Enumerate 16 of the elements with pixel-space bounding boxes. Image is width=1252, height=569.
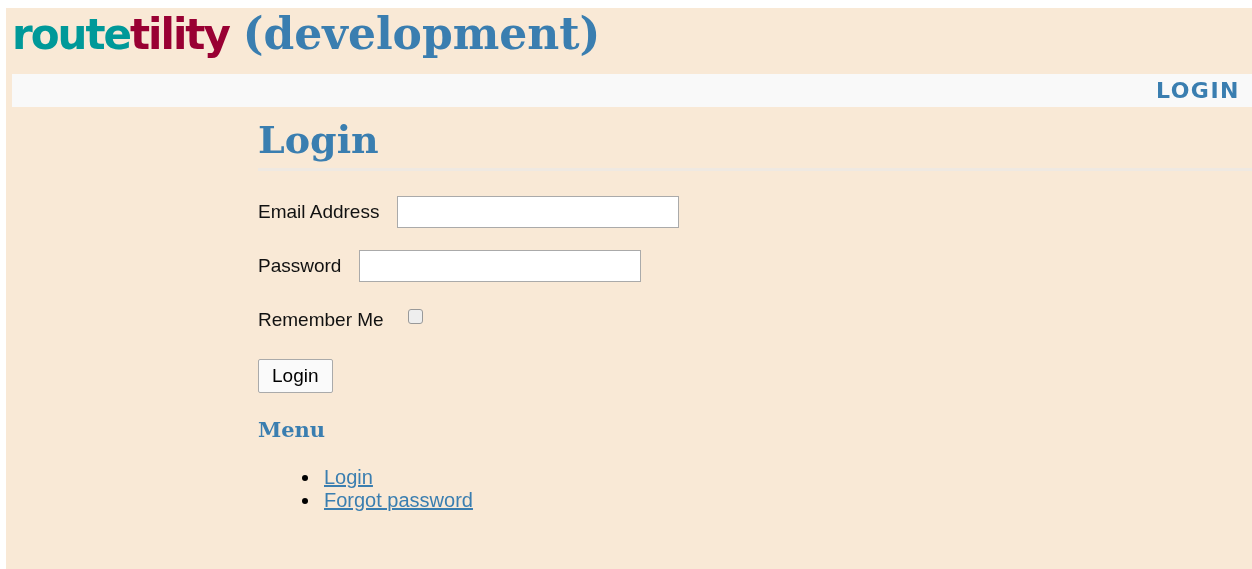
password-field[interactable] xyxy=(359,250,642,282)
bullet-icon xyxy=(302,474,308,481)
field-label: Remember Me xyxy=(258,309,384,331)
menu-link[interactable]: Forgot password xyxy=(324,489,473,512)
nav-link[interactable]: LOGIN xyxy=(1155,78,1240,103)
logo: routetility xyxy=(12,9,229,61)
site-subtitle: (development) xyxy=(242,8,601,60)
menu-heading: Menu xyxy=(258,417,327,442)
email-field[interactable] xyxy=(397,196,680,228)
remember-checkbox[interactable] xyxy=(407,308,423,324)
page-title: Login xyxy=(258,117,1252,171)
login-button[interactable]: Login xyxy=(258,359,333,393)
bullet-icon xyxy=(302,497,308,504)
field-label: Password xyxy=(258,255,342,277)
field-label: Email Address xyxy=(258,201,380,223)
menu-link[interactable]: Login xyxy=(324,466,373,489)
